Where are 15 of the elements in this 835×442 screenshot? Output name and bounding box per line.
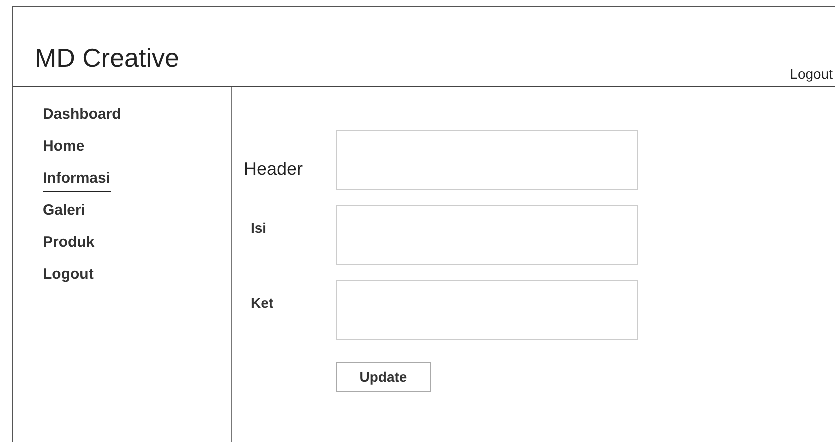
update-button[interactable]: Update bbox=[336, 362, 431, 392]
nav-item[interactable]: Logout bbox=[43, 266, 94, 288]
nav-item[interactable]: Dashboard bbox=[43, 106, 122, 128]
field-label: Isi bbox=[250, 219, 268, 236]
nav-item[interactable]: Galeri bbox=[43, 202, 86, 224]
field-label: Header bbox=[244, 158, 304, 180]
logout-link[interactable]: Logout bbox=[790, 66, 833, 82]
nav-item[interactable]: Informasi bbox=[43, 170, 111, 192]
input-field[interactable] bbox=[336, 205, 638, 265]
input-field[interactable] bbox=[336, 130, 638, 190]
field-label: Ket bbox=[250, 294, 275, 311]
nav-item[interactable]: Home bbox=[43, 138, 85, 160]
site-title: MD Creative bbox=[35, 43, 180, 74]
nav-item[interactable]: Produk bbox=[43, 234, 95, 256]
input-field[interactable] bbox=[336, 280, 638, 340]
